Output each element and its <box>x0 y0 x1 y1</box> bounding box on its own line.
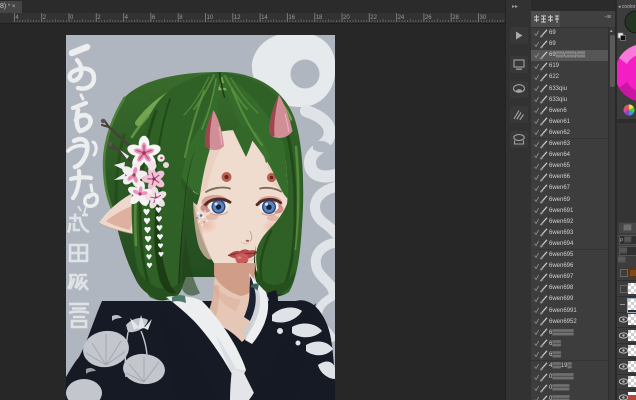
svg-text:26: 26 <box>425 15 432 21</box>
svg-text:14: 14 <box>261 15 268 21</box>
svg-text:22: 22 <box>370 15 377 21</box>
svg-text:30: 30 <box>480 15 487 21</box>
svg-text:16: 16 <box>288 15 295 21</box>
svg-text:10: 10 <box>207 15 214 21</box>
svg-text:28: 28 <box>452 15 459 21</box>
svg-text:18: 18 <box>316 15 323 21</box>
svg-text:12: 12 <box>234 15 241 21</box>
svg-text:20: 20 <box>343 15 350 21</box>
svg-text:24: 24 <box>398 15 405 21</box>
